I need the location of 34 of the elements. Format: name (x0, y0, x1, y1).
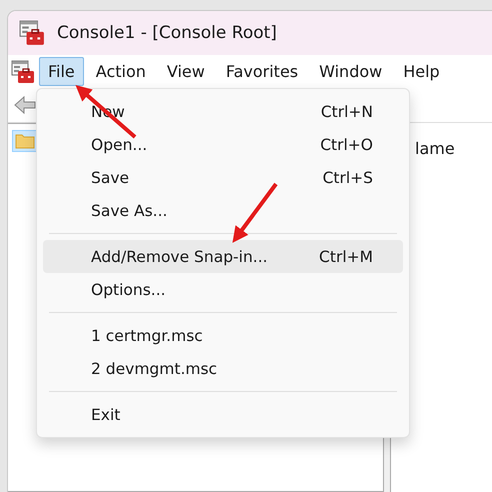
menu-option[interactable]: Add/Remove Snap-in... Ctrl+M (43, 240, 403, 273)
app-icon (19, 20, 45, 46)
menu-item[interactable]: File (39, 57, 84, 86)
option-label: 1 certmgr.msc (91, 326, 203, 344)
shortcut-text: Ctrl+O (320, 136, 373, 154)
option-label: Save (91, 168, 130, 186)
menu-option[interactable]: Save Ctrl+S (43, 161, 403, 194)
menu-item[interactable]: Action (86, 57, 155, 86)
folder-icon (15, 133, 35, 149)
menu-option[interactable]: Options... (43, 273, 403, 306)
menu-item[interactable]: Favorites (216, 57, 308, 86)
menu-item[interactable]: Help (394, 57, 449, 86)
tree-node[interactable] (12, 130, 38, 152)
menu-option[interactable]: Open... Ctrl+O (43, 128, 403, 161)
shortcut-text: Ctrl+S (322, 168, 373, 186)
system-menu-icon (11, 60, 35, 84)
back-arrow-icon[interactable] (14, 95, 36, 115)
column-header[interactable]: lame (415, 139, 455, 158)
option-label: Exit (91, 406, 120, 424)
option-label: Options... (91, 280, 166, 298)
option-label: Add/Remove Snap-in... (91, 248, 268, 266)
menu-option[interactable]: Exit (43, 398, 403, 431)
window-title: Console1 - [Console Root] (57, 23, 277, 43)
arrow-annotation (232, 182, 278, 243)
menu-item[interactable]: Window (310, 57, 392, 86)
option-label: 2 devmgmt.msc (91, 360, 218, 378)
menu-option[interactable]: 1 certmgr.msc (43, 319, 403, 352)
menu-option[interactable]: 2 devmgmt.msc (43, 352, 403, 385)
menu-option[interactable]: Save As... (43, 194, 403, 227)
shortcut-text: Ctrl+N (320, 102, 373, 120)
shortcut-text: Ctrl+M (319, 248, 373, 266)
option-label: Save As... (91, 202, 168, 220)
menu-item[interactable]: View (158, 57, 214, 86)
option-label: Open... (91, 136, 148, 154)
